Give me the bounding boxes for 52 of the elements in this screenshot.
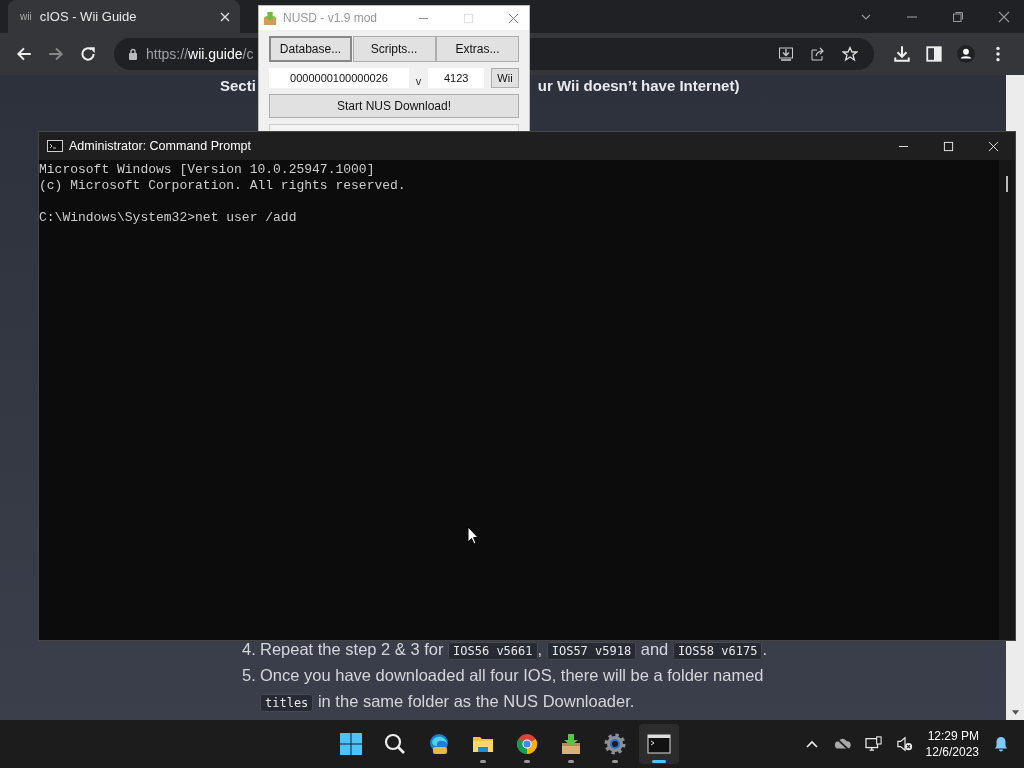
version-field[interactable]: 4123: [428, 68, 485, 88]
toolbar-button[interactable]: Extras...: [436, 36, 519, 62]
window-title: NUSD - v1.9 mod: [283, 11, 378, 25]
clock[interactable]: 12:29 PM 12/6/2023: [925, 728, 979, 760]
close-icon[interactable]: [998, 10, 1010, 23]
side-panel-icon[interactable]: [925, 45, 943, 63]
console-output: Microsoft Windows [Version 10.0.25947.1000]: [39, 162, 376, 178]
platform-button[interactable]: Wii: [491, 68, 519, 88]
scroll-down-arrow-icon[interactable]: [1010, 710, 1020, 716]
tab-favicon: wii: [20, 11, 32, 22]
terminal-icon: [47, 140, 63, 152]
install-icon[interactable]: [778, 46, 794, 62]
lock-icon: [128, 48, 138, 60]
console-output: (c) Microsoft Corporation. All rights reserved.: [39, 178, 407, 194]
browser-tab[interactable]: wii cIOS - Wii Guide: [8, 0, 240, 33]
star-icon[interactable]: [842, 46, 858, 62]
version-label: v: [415, 75, 422, 87]
title-id-field[interactable]: 0000000100000026: [269, 68, 409, 88]
section-heading: ur Wii doesn’t have Internet): [537, 77, 740, 94]
console-command[interactable]: C:\Windows\System32>net user /add: [39, 210, 999, 226]
cloud-off-icon[interactable]: [833, 736, 852, 752]
window-title: Administrator: Command Prompt: [69, 139, 251, 153]
section-heading: Secti: [220, 77, 256, 94]
list-item-text: 4. Repeat the step 2 & 3 for IOS56 v5661 , IOS57 v5918 and IOS58 v6175 .: [242, 639, 768, 662]
search-icon: [383, 732, 407, 756]
download-icon[interactable]: [893, 45, 911, 63]
restore-icon[interactable]: [952, 10, 964, 23]
profile-icon[interactable]: [957, 45, 975, 63]
gear-icon: [603, 732, 627, 756]
toolbar-button[interactable]: Database...: [269, 36, 352, 62]
taskbar-button[interactable]: [639, 724, 679, 764]
start-download-button[interactable]: Start NUS Download!: [269, 94, 519, 118]
back-icon[interactable]: [15, 45, 33, 63]
windows-logo-icon: [339, 732, 363, 756]
close-tab-icon[interactable]: [220, 11, 230, 22]
tab-title: cIOS - Wii Guide: [39, 9, 138, 24]
mouse-pointer-icon: [467, 526, 479, 545]
notification-bell-icon[interactable]: [992, 736, 1010, 752]
download-box-icon: [559, 732, 583, 756]
scrollbar[interactable]: [999, 160, 1015, 640]
browser-icon: [427, 732, 451, 756]
reload-icon[interactable]: [79, 45, 97, 63]
chrome-icon: [515, 732, 539, 756]
maximize-icon[interactable]: [943, 140, 954, 152]
network-icon[interactable]: [864, 736, 883, 752]
share-icon[interactable]: [810, 46, 826, 62]
toolbar-button[interactable]: Scripts...: [352, 36, 436, 62]
terminal-icon: [647, 732, 671, 756]
list-item-text: 5. Once you have downloaded all four IOS, there will be a folder named titles in the same folder as the NUS Downloader.: [242, 665, 765, 714]
forward-icon[interactable]: [47, 45, 65, 63]
app-icon: [263, 11, 277, 25]
volume-muted-icon[interactable]: [895, 736, 914, 752]
